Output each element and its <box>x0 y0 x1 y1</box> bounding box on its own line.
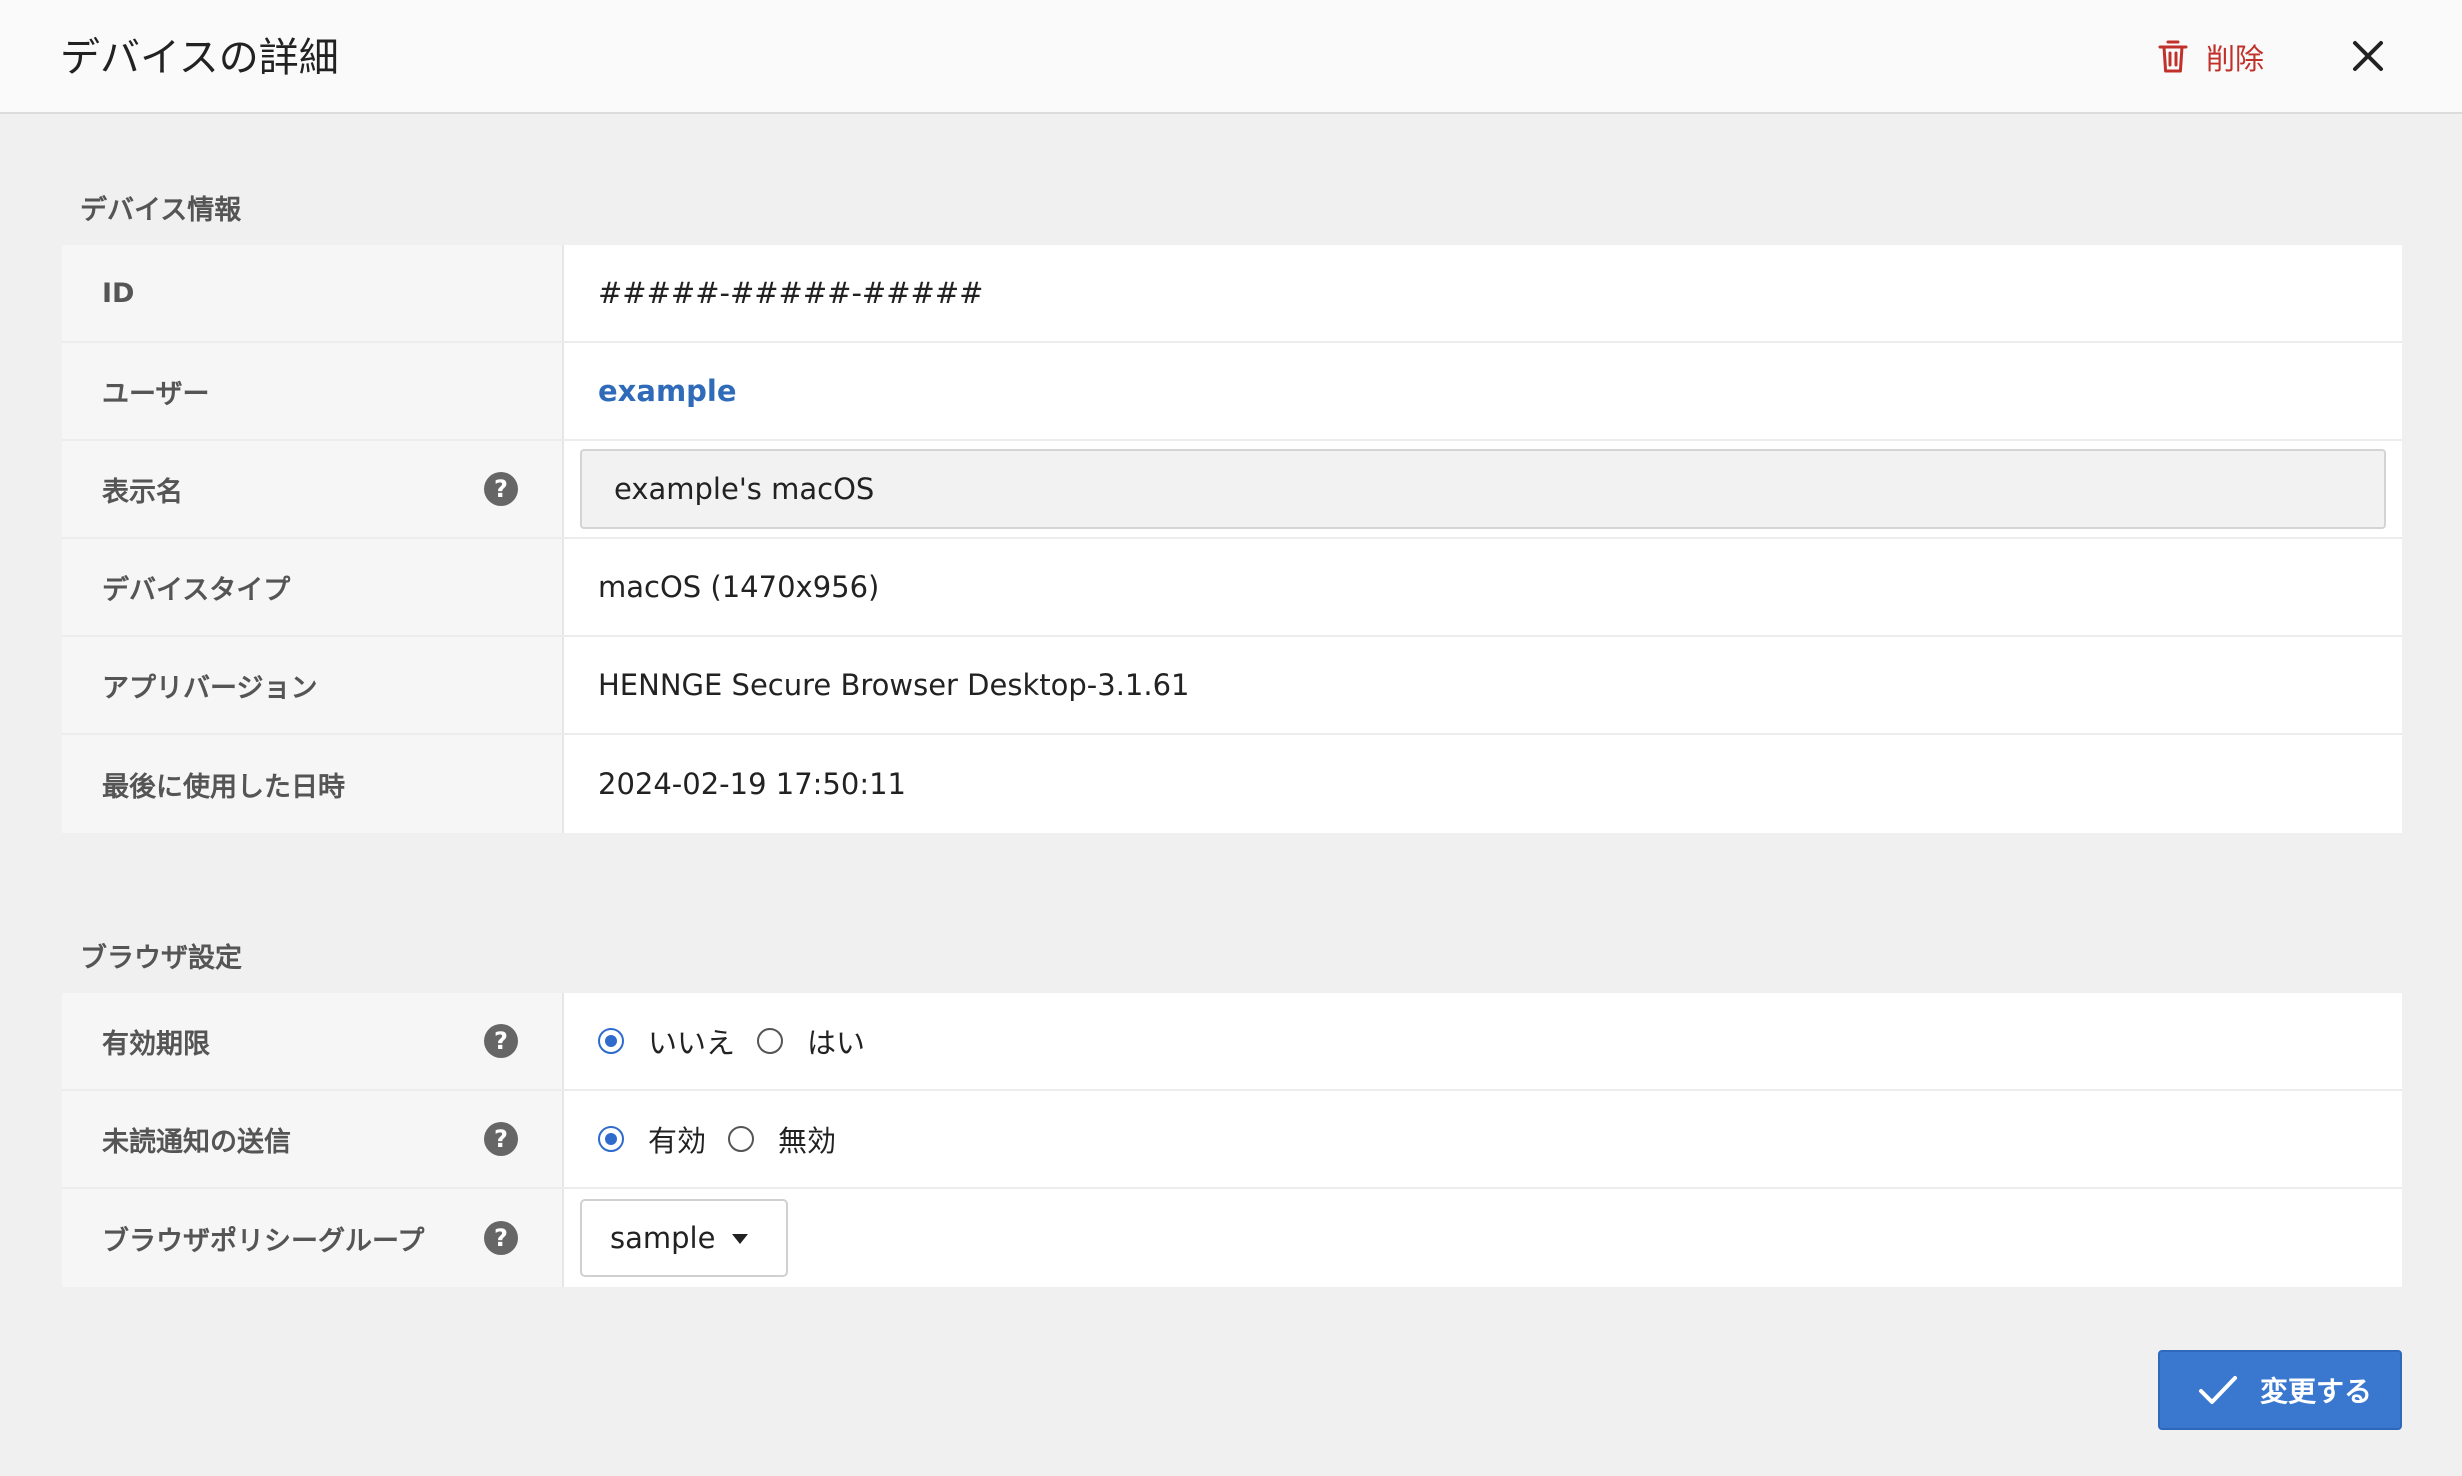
notification-option-enabled[interactable]: 有効 <box>598 1118 706 1160</box>
row-label: デバイスタイプ <box>62 539 564 635</box>
radio-label: はい <box>807 1026 866 1060</box>
device-type-value: macOS (1470x956) <box>598 570 880 604</box>
radio-unchecked[interactable] <box>757 1028 784 1054</box>
policy-group-select[interactable]: sample <box>580 1199 788 1277</box>
row-unread-notification: 未読通知の送信 ? 有効 無効 <box>62 1091 2402 1189</box>
dialog-title: デバイスの詳細 <box>60 35 339 81</box>
row-id: ID #####-#####-##### <box>62 245 2402 343</box>
expiry-option-no[interactable]: いいえ <box>598 1020 735 1062</box>
delete-button[interactable]: 削除 <box>2158 32 2264 82</box>
app-version-value: HENNGE Secure Browser Desktop-3.1.61 <box>598 668 1190 702</box>
row-label: アプリバージョン <box>62 637 564 733</box>
dialog-header: デバイスの詳細 削除 <box>0 0 2462 114</box>
expiry-radio-group: いいえ はい <box>598 1020 887 1062</box>
row-label: 表示名 <box>102 476 183 508</box>
help-icon[interactable]: ? <box>484 472 518 506</box>
help-icon[interactable]: ? <box>484 1024 518 1058</box>
radio-checked[interactable] <box>598 1126 624 1152</box>
browser-settings-table: 有効期限 ? いいえ はい 未読通知の送信 ? 有効 無効 ブラウザポリシーグル… <box>62 993 2402 1287</box>
section-title-device-info: デバイス情報 <box>80 195 242 226</box>
row-label: ブラウザポリシーグループ <box>102 1225 425 1257</box>
row-label: 最後に使用した日時 <box>62 735 564 833</box>
row-device-type: デバイスタイプ macOS (1470x956) <box>62 539 2402 637</box>
radio-checked[interactable] <box>598 1028 624 1054</box>
row-policy-group: ブラウザポリシーグループ ? sample <box>62 1189 2402 1287</box>
display-name-input[interactable] <box>580 449 2386 529</box>
expiry-option-yes[interactable]: はい <box>757 1020 865 1062</box>
help-icon[interactable]: ? <box>484 1221 518 1255</box>
radio-label: 無効 <box>778 1124 837 1158</box>
row-app-version: アプリバージョン HENNGE Secure Browser Desktop-3… <box>62 637 2402 735</box>
row-display-name: 表示名 ? <box>62 441 2402 539</box>
user-link[interactable]: example <box>598 374 737 408</box>
trash-icon <box>2158 40 2188 73</box>
submit-button[interactable]: 変更する <box>2158 1350 2402 1430</box>
check-icon <box>2199 1376 2237 1404</box>
submit-label: 変更する <box>2260 1375 2373 1408</box>
notification-option-disabled[interactable]: 無効 <box>728 1118 836 1160</box>
device-info-table: ID #####-#####-##### ユーザー example 表示名 ? … <box>62 245 2402 833</box>
row-label: ID <box>62 245 564 341</box>
select-value: sample <box>610 1221 716 1255</box>
radio-label: 有効 <box>648 1124 707 1158</box>
close-button[interactable] <box>2346 30 2390 82</box>
help-icon[interactable]: ? <box>484 1122 518 1156</box>
radio-label: いいえ <box>648 1026 736 1060</box>
last-used-value: 2024-02-19 17:50:11 <box>598 767 906 801</box>
row-label: ユーザー <box>62 343 564 439</box>
row-last-used: 最後に使用した日時 2024-02-19 17:50:11 <box>62 735 2402 833</box>
row-label: 有効期限 <box>102 1028 210 1060</box>
section-title-browser-settings: ブラウザ設定 <box>80 943 242 974</box>
row-label: 未読通知の送信 <box>102 1126 291 1158</box>
device-id-value: #####-#####-##### <box>598 276 984 310</box>
row-user: ユーザー example <box>62 343 2402 441</box>
delete-label: 削除 <box>2206 42 2265 76</box>
notification-radio-group: 有効 無効 <box>598 1118 858 1160</box>
radio-unchecked[interactable] <box>728 1126 755 1152</box>
row-expiry: 有効期限 ? いいえ はい <box>62 993 2402 1091</box>
dropdown-arrow-icon <box>732 1234 748 1244</box>
close-icon <box>2353 41 2383 71</box>
